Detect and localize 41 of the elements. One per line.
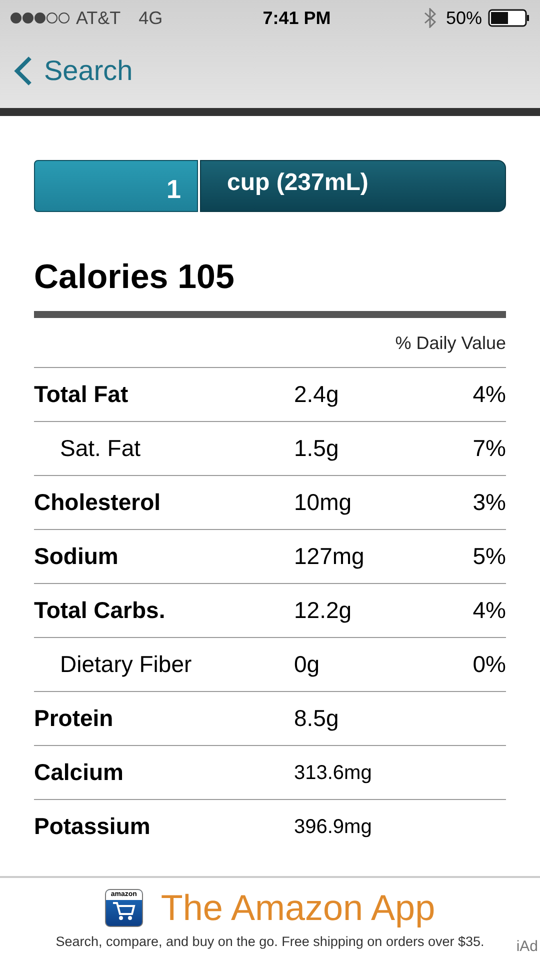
nutrient-name: Sodium xyxy=(34,542,120,572)
unit-selector[interactable]: cup (237mL) xyxy=(200,160,506,212)
daily-value-header: % Daily Value xyxy=(395,332,506,355)
ad-label: iAd xyxy=(516,936,538,956)
daily-percent: 3% xyxy=(472,488,506,518)
nutrient-amount: 12.2g xyxy=(294,596,352,626)
nutrient-name: Total Carbs. xyxy=(34,596,166,626)
calories-heading: Calories 105 xyxy=(34,257,236,298)
nutrient-name: Cholesterol xyxy=(34,488,162,518)
daily-percent: 4% xyxy=(472,380,506,410)
battery-icon xyxy=(488,9,530,27)
signal-icon xyxy=(10,12,70,24)
nutrient-amount: 10mg xyxy=(294,488,352,518)
nutrient-name: Calcium xyxy=(34,758,124,788)
nutrient-amount: 8.5g xyxy=(294,704,339,734)
nutrient-amount: 313.6mg xyxy=(294,760,372,786)
nutrient-name: Sat. Fat xyxy=(59,434,142,464)
daily-percent: 0% xyxy=(472,650,506,680)
clock: 7:41 PM xyxy=(262,6,331,30)
nutrient-amount: 1.5g xyxy=(294,434,339,464)
ad-title: The Amazon App xyxy=(160,888,436,928)
daily-percent: 5% xyxy=(472,542,506,572)
nutrient-amount: 2.4g xyxy=(294,380,339,410)
nutrient-name: Potassium xyxy=(34,812,152,842)
cart-icon xyxy=(112,900,136,922)
bluetooth-icon xyxy=(424,8,436,28)
nutrient-amount: 0g xyxy=(294,650,320,680)
ad-text: Search, compare, and buy on the go. Free shipping on orders over $35. xyxy=(56,933,484,951)
daily-percent: 7% xyxy=(472,434,506,464)
nutrient-amount: 127mg xyxy=(294,542,364,572)
nutrient-name: Total Fat xyxy=(34,380,130,410)
nutrient-amount: 396.9mg xyxy=(294,814,372,840)
network-type: 4G xyxy=(138,6,163,30)
chevron-left-icon xyxy=(14,56,32,86)
back-button[interactable]: Search xyxy=(14,50,133,92)
battery-percent: 50% xyxy=(446,6,482,30)
quantity-field[interactable]: 1 xyxy=(34,160,198,212)
nutrient-name: Protein xyxy=(34,704,114,734)
carrier: AT&T xyxy=(76,6,121,30)
daily-percent: 4% xyxy=(472,596,506,626)
nutrient-name: Dietary Fiber xyxy=(59,650,193,680)
